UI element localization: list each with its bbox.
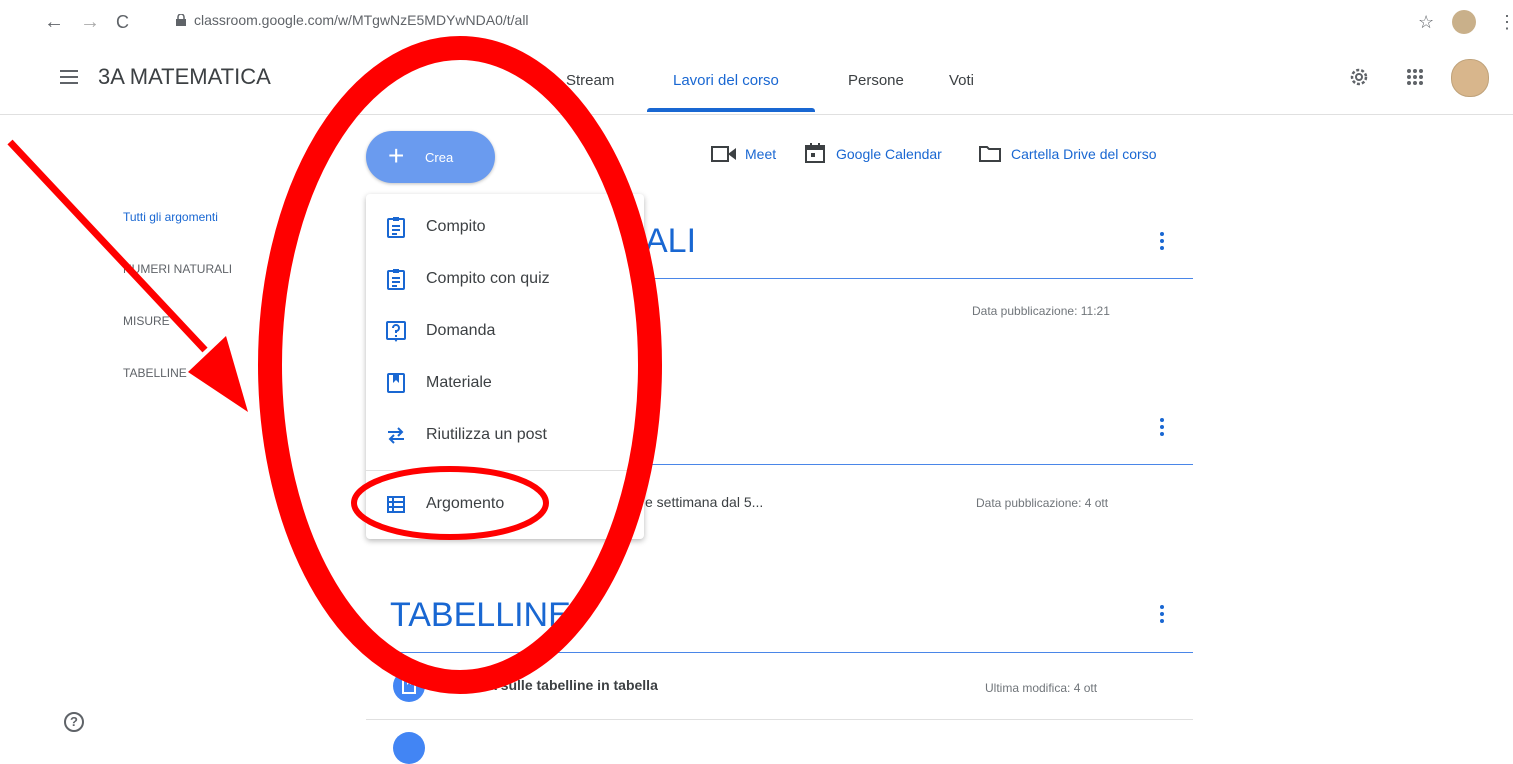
- item-title-fragment[interactable]: e settimana dal 5...: [645, 494, 763, 510]
- help-icon[interactable]: ?: [64, 712, 84, 732]
- folder-icon: [979, 146, 1001, 162]
- annotation-arrow-head: [188, 336, 248, 412]
- lock-icon: [176, 14, 186, 26]
- menu-item-label: Argomento: [426, 495, 505, 512]
- tab-stream[interactable]: Stream: [566, 72, 614, 89]
- meet-video-icon: [711, 146, 736, 162]
- menu-item-label: Materiale: [426, 374, 492, 391]
- google-calendar-link[interactable]: Google Calendar: [836, 146, 942, 162]
- next-item-icon: [393, 732, 425, 764]
- bookmark-star-icon[interactable]: ☆: [1418, 10, 1434, 34]
- item-divider: [366, 719, 1193, 720]
- menu-item-domanda[interactable]: Domanda: [366, 307, 644, 357]
- plus-icon: +: [388, 140, 405, 171]
- menu-item-argomento[interactable]: Argomento: [366, 480, 644, 530]
- material-icon: [387, 373, 405, 393]
- quiz-icon: [387, 269, 405, 290]
- settings-gear-icon[interactable]: [1348, 66, 1370, 88]
- menu-item-label: Riutilizza un post: [426, 426, 547, 443]
- menu-item-label: Compito con quiz: [426, 270, 550, 287]
- section-divider: [366, 652, 1193, 653]
- browser-toolbar: ← → C classroom.google.com/w/MTgwNzE5MDY…: [0, 0, 1513, 48]
- assignment-icon: [387, 217, 405, 238]
- item-date: Data pubblicazione: 11:21: [972, 304, 1110, 318]
- user-avatar[interactable]: [1451, 59, 1489, 97]
- menu-item-compito[interactable]: Compito: [366, 203, 644, 253]
- calendar-icon: [805, 143, 825, 163]
- tab-people[interactable]: Persone: [848, 72, 904, 89]
- active-tab-indicator: [647, 108, 815, 112]
- drive-folder-link[interactable]: Cartella Drive del corso: [1011, 146, 1157, 162]
- back-icon[interactable]: ←: [44, 10, 64, 34]
- item-date: Data pubblicazione: 4 ott: [976, 496, 1109, 510]
- item-date: Ultima modifica: 4 ott: [985, 681, 1098, 695]
- topic-misure[interactable]: MISURE: [123, 314, 170, 328]
- topic-icon: [387, 496, 405, 513]
- section-options-icon[interactable]: [1160, 232, 1164, 253]
- section-options-icon[interactable]: [1160, 605, 1164, 626]
- menu-item-materiale[interactable]: Materiale: [366, 359, 644, 409]
- apps-grid-icon[interactable]: [1406, 68, 1424, 86]
- reuse-icon: [388, 427, 404, 444]
- section-options-icon[interactable]: [1160, 418, 1164, 439]
- hamburger-menu-icon[interactable]: [60, 70, 78, 84]
- menu-item-label: Compito: [426, 218, 486, 235]
- create-label: Crea: [425, 150, 454, 165]
- topic-tabelline[interactable]: TABELLINE: [123, 366, 187, 380]
- topic-all[interactable]: Tutti gli argomenti: [123, 210, 218, 224]
- browser-profile-avatar[interactable]: [1452, 10, 1476, 34]
- tab-grades[interactable]: Voti: [949, 72, 974, 89]
- create-menu: Compito Compito con quiz Domanda Materia…: [366, 194, 644, 539]
- menu-item-riutilizza[interactable]: Riutilizza un post: [366, 411, 644, 461]
- meet-link[interactable]: Meet: [745, 146, 776, 162]
- create-button[interactable]: + Crea: [366, 131, 495, 183]
- section-title-fragment: ALI: [645, 222, 697, 260]
- question-icon: [386, 321, 406, 342]
- forward-icon[interactable]: →: [80, 10, 100, 34]
- menu-divider: [366, 470, 644, 471]
- address-bar[interactable]: classroom.google.com/w/MTgwNzE5MDYwNDA0/…: [176, 12, 529, 28]
- tab-classwork[interactable]: Lavori del corso: [673, 72, 779, 89]
- menu-item-label: Domanda: [426, 322, 496, 339]
- topic-numeri-naturali[interactable]: NUMERI NATURALI: [123, 262, 232, 276]
- section-title-tabelline: TABELLINE: [390, 596, 571, 634]
- app-header: 3A MATEMATICA Stream Lavori del corso Pe…: [0, 48, 1513, 115]
- browser-menu-icon[interactable]: ⋮: [1498, 10, 1513, 34]
- material-item-icon: [393, 670, 425, 702]
- annotation-arrow-shaft: [7, 139, 208, 353]
- item-title[interactable]: Verifica sulle tabelline in tabella: [447, 677, 658, 693]
- class-title[interactable]: 3A MATEMATICA: [98, 64, 271, 90]
- reload-icon[interactable]: C: [116, 10, 129, 34]
- url-text: classroom.google.com/w/MTgwNzE5MDYwNDA0/…: [194, 12, 529, 28]
- menu-item-compito-con-quiz[interactable]: Compito con quiz: [366, 255, 644, 305]
